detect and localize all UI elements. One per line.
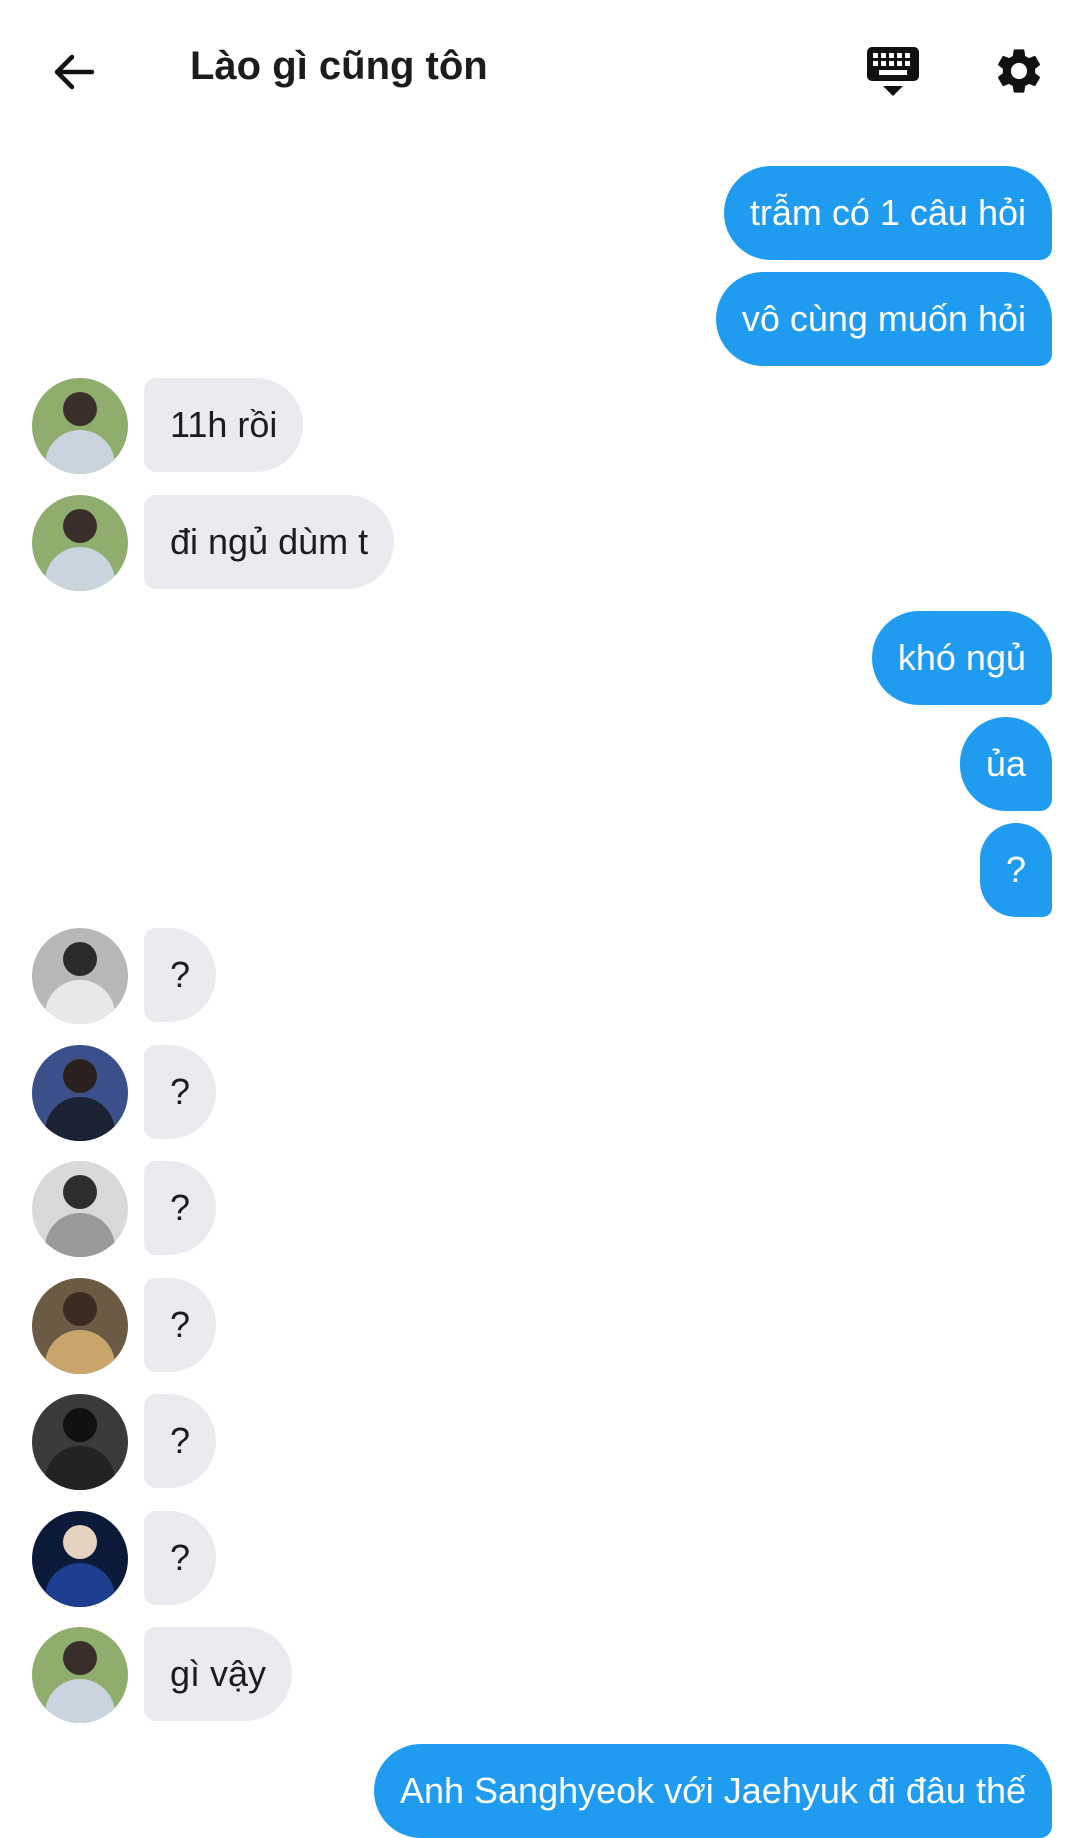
- arrow-left-icon: [54, 54, 95, 90]
- avatar[interactable]: [32, 928, 128, 1024]
- message-bubble-incoming[interactable]: ?: [144, 1511, 217, 1605]
- avatar[interactable]: [32, 1394, 128, 1490]
- keyboard-hide-icon: [867, 47, 919, 96]
- message-bubble-incoming[interactable]: ?: [144, 1161, 217, 1255]
- message-bubble-outgoing[interactable]: ủa: [959, 717, 1052, 811]
- message-bubble-outgoing[interactable]: trẫm có 1 câu hỏi: [723, 166, 1052, 260]
- avatar[interactable]: [32, 1045, 128, 1141]
- gear-icon: [997, 49, 1041, 93]
- message-bubble-incoming[interactable]: 11h rồi: [144, 378, 304, 472]
- chat-title: Lào gì cũng tôn: [190, 44, 488, 88]
- back-button[interactable]: [40, 38, 108, 106]
- message-bubble-outgoing[interactable]: ?: [979, 823, 1052, 917]
- keyboard-toggle-button[interactable]: [862, 40, 924, 102]
- avatar[interactable]: [32, 1278, 128, 1374]
- message-bubble-incoming[interactable]: đi ngủ dùm t: [144, 495, 395, 589]
- chat-header: Lào gì cũng tôn: [0, 0, 1080, 140]
- message-bubble-incoming[interactable]: gì vậy: [144, 1627, 293, 1721]
- avatar[interactable]: [32, 378, 128, 474]
- message-bubble-incoming[interactable]: ?: [144, 1045, 217, 1139]
- message-bubble-incoming[interactable]: ?: [144, 1278, 217, 1372]
- message-bubble-outgoing[interactable]: vô cùng muốn hỏi: [715, 272, 1052, 366]
- message-bubble-incoming[interactable]: ?: [144, 928, 217, 1022]
- message-bubble-incoming[interactable]: ?: [144, 1394, 217, 1488]
- settings-button[interactable]: [988, 40, 1050, 102]
- avatar[interactable]: [32, 1511, 128, 1607]
- avatar[interactable]: [32, 495, 128, 591]
- message-bubble-outgoing[interactable]: khó ngủ: [871, 611, 1052, 705]
- avatar[interactable]: [32, 1161, 128, 1257]
- message-bubble-outgoing[interactable]: Anh Sanghyeok với Jaehyuk đi đâu thế: [373, 1744, 1052, 1838]
- avatar[interactable]: [32, 1627, 128, 1723]
